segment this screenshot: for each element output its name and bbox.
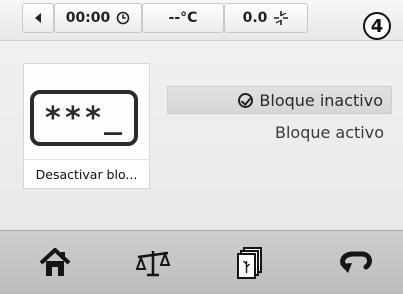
home-button[interactable] — [33, 243, 77, 283]
back-button[interactable] — [22, 3, 54, 33]
home-icon — [39, 248, 71, 276]
fan-icon — [274, 11, 289, 25]
option-lock-inactive[interactable]: Bloque inactivo — [167, 86, 392, 114]
timer-value: 00:00 — [65, 10, 111, 26]
timer-display[interactable]: 00:00 — [54, 3, 142, 33]
fan-speed-display[interactable]: 0.0 — [224, 3, 308, 33]
return-arrow-icon — [340, 251, 372, 273]
scale-button[interactable] — [131, 243, 175, 283]
recipe-cards-icon — [237, 247, 262, 279]
scale-icon — [135, 251, 171, 277]
fan-speed-value: 0.0 — [242, 10, 268, 26]
deactivate-lock-tile[interactable]: ***_ Desactivar blo... — [23, 63, 150, 189]
password-icon: ***_ — [30, 90, 138, 146]
option-label: Bloque activo — [274, 122, 384, 142]
back-triangle-icon — [35, 13, 41, 23]
recipes-button[interactable] — [228, 243, 272, 283]
status-bar: 00:00 --°C 0.0 — [0, 0, 403, 41]
temperature-value: --°C — [168, 10, 198, 26]
temperature-display[interactable]: --°C — [142, 3, 224, 33]
option-lock-active[interactable]: Bloque activo — [167, 118, 392, 146]
screen: 00:00 --°C 0.0 4 ***_ Desactivar blo... … — [0, 0, 403, 294]
bottom-nav-bar — [0, 230, 403, 294]
clock-icon — [116, 11, 130, 25]
tile-label: Desactivar blo... — [24, 159, 149, 188]
return-button[interactable] — [334, 243, 378, 283]
option-label: Bloque inactivo — [259, 90, 383, 110]
check-circle-icon — [238, 92, 254, 108]
step-number-badge: 4 — [363, 12, 391, 40]
